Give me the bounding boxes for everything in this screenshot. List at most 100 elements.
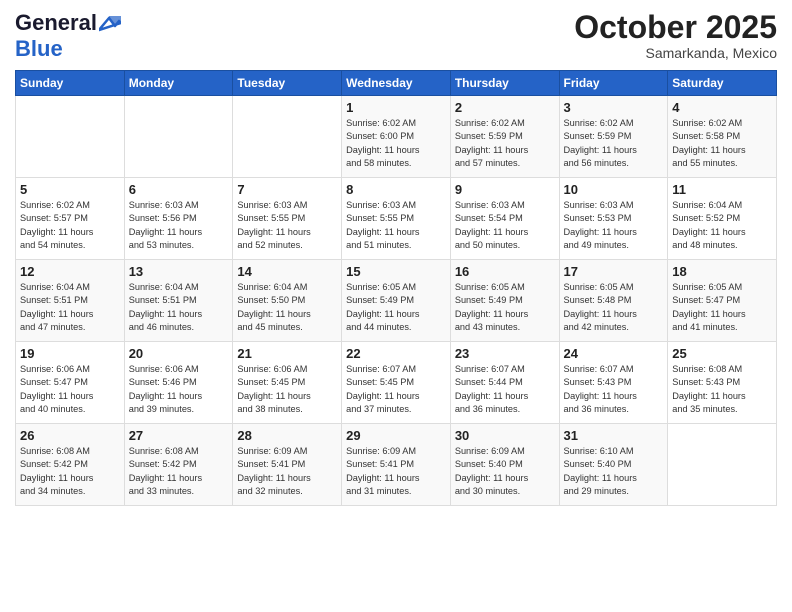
day-info: Sunrise: 6:06 AM Sunset: 5:46 PM Dayligh… — [129, 363, 229, 416]
day-cell: 8 Sunrise: 6:03 AM Sunset: 5:55 PM Daylig… — [342, 178, 451, 260]
day-info: Sunrise: 6:06 AM Sunset: 5:47 PM Dayligh… — [20, 363, 120, 416]
day-cell: 31 Sunrise: 6:10 AM Sunset: 5:40 PM Dayli… — [559, 424, 668, 506]
day-info: Sunrise: 6:08 AM Sunset: 5:43 PM Dayligh… — [672, 363, 772, 416]
day-cell: 24 Sunrise: 6:07 AM Sunset: 5:43 PM Dayli… — [559, 342, 668, 424]
day-number: 1 — [346, 100, 446, 115]
day-cell: 16 Sunrise: 6:05 AM Sunset: 5:49 PM Dayli… — [450, 260, 559, 342]
day-cell: 12Sunrise: 6:04 AM Sunset: 5:51 PM Dayli… — [16, 260, 125, 342]
day-info: Sunrise: 6:04 AM Sunset: 5:50 PM Dayligh… — [237, 281, 337, 334]
header-day-monday: Monday — [124, 71, 233, 96]
day-cell: 5 Sunrise: 6:02 AM Sunset: 5:57 PM Daylig… — [16, 178, 125, 260]
day-number: 10 — [564, 182, 664, 197]
day-cell: 11Sunrise: 6:04 AM Sunset: 5:52 PM Dayli… — [668, 178, 777, 260]
day-info: Sunrise: 6:08 AM Sunset: 5:42 PM Dayligh… — [129, 445, 229, 498]
day-info: Sunrise: 6:10 AM Sunset: 5:40 PM Dayligh… — [564, 445, 664, 498]
day-number: 4 — [672, 100, 772, 115]
day-number: 19 — [20, 346, 120, 361]
day-info: Sunrise: 6:05 AM Sunset: 5:47 PM Dayligh… — [672, 281, 772, 334]
month-title: October 2025 — [574, 10, 777, 45]
day-cell: 4Sunrise: 6:02 AM Sunset: 5:58 PM Daylig… — [668, 96, 777, 178]
week-row-2: 5 Sunrise: 6:02 AM Sunset: 5:57 PM Daylig… — [16, 178, 777, 260]
calendar-header-row: SundayMondayTuesdayWednesdayThursdayFrid… — [16, 71, 777, 96]
day-cell: 21 Sunrise: 6:06 AM Sunset: 5:45 PM Dayli… — [233, 342, 342, 424]
day-cell: 17Sunrise: 6:05 AM Sunset: 5:48 PM Dayli… — [559, 260, 668, 342]
day-cell: 13Sunrise: 6:04 AM Sunset: 5:51 PM Dayli… — [124, 260, 233, 342]
day-cell: 3 Sunrise: 6:02 AM Sunset: 5:59 PM Daylig… — [559, 96, 668, 178]
day-number: 18 — [672, 264, 772, 279]
day-cell: 22Sunrise: 6:07 AM Sunset: 5:45 PM Dayli… — [342, 342, 451, 424]
header-day-tuesday: Tuesday — [233, 71, 342, 96]
day-cell: 2 Sunrise: 6:02 AM Sunset: 5:59 PM Daylig… — [450, 96, 559, 178]
day-info: Sunrise: 6:02 AM Sunset: 5:59 PM Dayligh… — [455, 117, 555, 170]
day-number: 20 — [129, 346, 229, 361]
day-cell — [233, 96, 342, 178]
day-number: 21 — [237, 346, 337, 361]
day-info: Sunrise: 6:02 AM Sunset: 5:57 PM Dayligh… — [20, 199, 120, 252]
day-info: Sunrise: 6:09 AM Sunset: 5:41 PM Dayligh… — [237, 445, 337, 498]
day-number: 15 — [346, 264, 446, 279]
day-cell: 19 Sunrise: 6:06 AM Sunset: 5:47 PM Dayli… — [16, 342, 125, 424]
day-info: Sunrise: 6:03 AM Sunset: 5:55 PM Dayligh… — [346, 199, 446, 252]
logo-icon — [99, 16, 121, 32]
day-number: 5 — [20, 182, 120, 197]
day-cell — [668, 424, 777, 506]
day-cell — [124, 96, 233, 178]
day-number: 8 — [346, 182, 446, 197]
day-number: 3 — [564, 100, 664, 115]
day-number: 2 — [455, 100, 555, 115]
day-cell: 7 Sunrise: 6:03 AM Sunset: 5:55 PM Daylig… — [233, 178, 342, 260]
week-row-1: 1 Sunrise: 6:02 AM Sunset: 6:00 PM Daylig… — [16, 96, 777, 178]
day-cell: 27 Sunrise: 6:08 AM Sunset: 5:42 PM Dayli… — [124, 424, 233, 506]
day-cell: 29 Sunrise: 6:09 AM Sunset: 5:41 PM Dayli… — [342, 424, 451, 506]
header-day-wednesday: Wednesday — [342, 71, 451, 96]
day-cell: 26Sunrise: 6:08 AM Sunset: 5:42 PM Dayli… — [16, 424, 125, 506]
title-block: October 2025 Samarkanda, Mexico — [574, 10, 777, 61]
day-number: 6 — [129, 182, 229, 197]
calendar-table: SundayMondayTuesdayWednesdayThursdayFrid… — [15, 70, 777, 506]
logo-general: General — [15, 10, 97, 36]
day-number: 7 — [237, 182, 337, 197]
day-number: 27 — [129, 428, 229, 443]
day-number: 16 — [455, 264, 555, 279]
header-day-saturday: Saturday — [668, 71, 777, 96]
day-cell: 6 Sunrise: 6:03 AM Sunset: 5:56 PM Daylig… — [124, 178, 233, 260]
day-cell: 1 Sunrise: 6:02 AM Sunset: 6:00 PM Daylig… — [342, 96, 451, 178]
day-info: Sunrise: 6:03 AM Sunset: 5:56 PM Dayligh… — [129, 199, 229, 252]
header-day-sunday: Sunday — [16, 71, 125, 96]
day-cell: 28Sunrise: 6:09 AM Sunset: 5:41 PM Dayli… — [233, 424, 342, 506]
week-row-4: 19 Sunrise: 6:06 AM Sunset: 5:47 PM Dayli… — [16, 342, 777, 424]
day-number: 25 — [672, 346, 772, 361]
week-row-5: 26Sunrise: 6:08 AM Sunset: 5:42 PM Dayli… — [16, 424, 777, 506]
day-number: 23 — [455, 346, 555, 361]
header-day-friday: Friday — [559, 71, 668, 96]
header: General Blue October 2025 Samarkanda, Me… — [15, 10, 777, 62]
week-row-3: 12 Sunrise: 6:04 AM Sunset: 5:51 PM Dayli… — [16, 260, 777, 342]
day-number: 24 — [564, 346, 664, 361]
day-info: Sunrise: 6:09 AM Sunset: 5:41 PM Dayligh… — [346, 445, 446, 498]
day-info: Sunrise: 6:03 AM Sunset: 5:55 PM Dayligh… — [237, 199, 337, 252]
header-day-thursday: Thursday — [450, 71, 559, 96]
day-info: Sunrise: 6:07 AM Sunset: 5:43 PM Dayligh… — [564, 363, 664, 416]
day-info: Sunrise: 6:07 AM Sunset: 5:44 PM Dayligh… — [455, 363, 555, 416]
day-number: 12 — [20, 264, 120, 279]
day-info: Sunrise: 6:02 AM Sunset: 5:59 PM Dayligh… — [564, 117, 664, 170]
logo-blue: Blue — [15, 36, 63, 61]
day-info: Sunrise: 6:04 AM Sunset: 5:51 PM Dayligh… — [129, 281, 229, 334]
logo: General Blue — [15, 10, 121, 62]
day-cell — [16, 96, 125, 178]
day-number: 9 — [455, 182, 555, 197]
day-info: Sunrise: 6:05 AM Sunset: 5:49 PM Dayligh… — [455, 281, 555, 334]
location: Samarkanda, Mexico — [574, 45, 777, 61]
page-container: General Blue October 2025 Samarkanda, Me… — [0, 0, 792, 516]
day-cell: 20 Sunrise: 6:06 AM Sunset: 5:46 PM Dayli… — [124, 342, 233, 424]
day-number: 29 — [346, 428, 446, 443]
day-cell: 15Sunrise: 6:05 AM Sunset: 5:49 PM Dayli… — [342, 260, 451, 342]
day-info: Sunrise: 6:03 AM Sunset: 5:53 PM Dayligh… — [564, 199, 664, 252]
day-info: Sunrise: 6:05 AM Sunset: 5:48 PM Dayligh… — [564, 281, 664, 334]
day-number: 22 — [346, 346, 446, 361]
day-number: 30 — [455, 428, 555, 443]
day-info: Sunrise: 6:06 AM Sunset: 5:45 PM Dayligh… — [237, 363, 337, 416]
day-info: Sunrise: 6:02 AM Sunset: 6:00 PM Dayligh… — [346, 117, 446, 170]
day-number: 14 — [237, 264, 337, 279]
day-number: 31 — [564, 428, 664, 443]
